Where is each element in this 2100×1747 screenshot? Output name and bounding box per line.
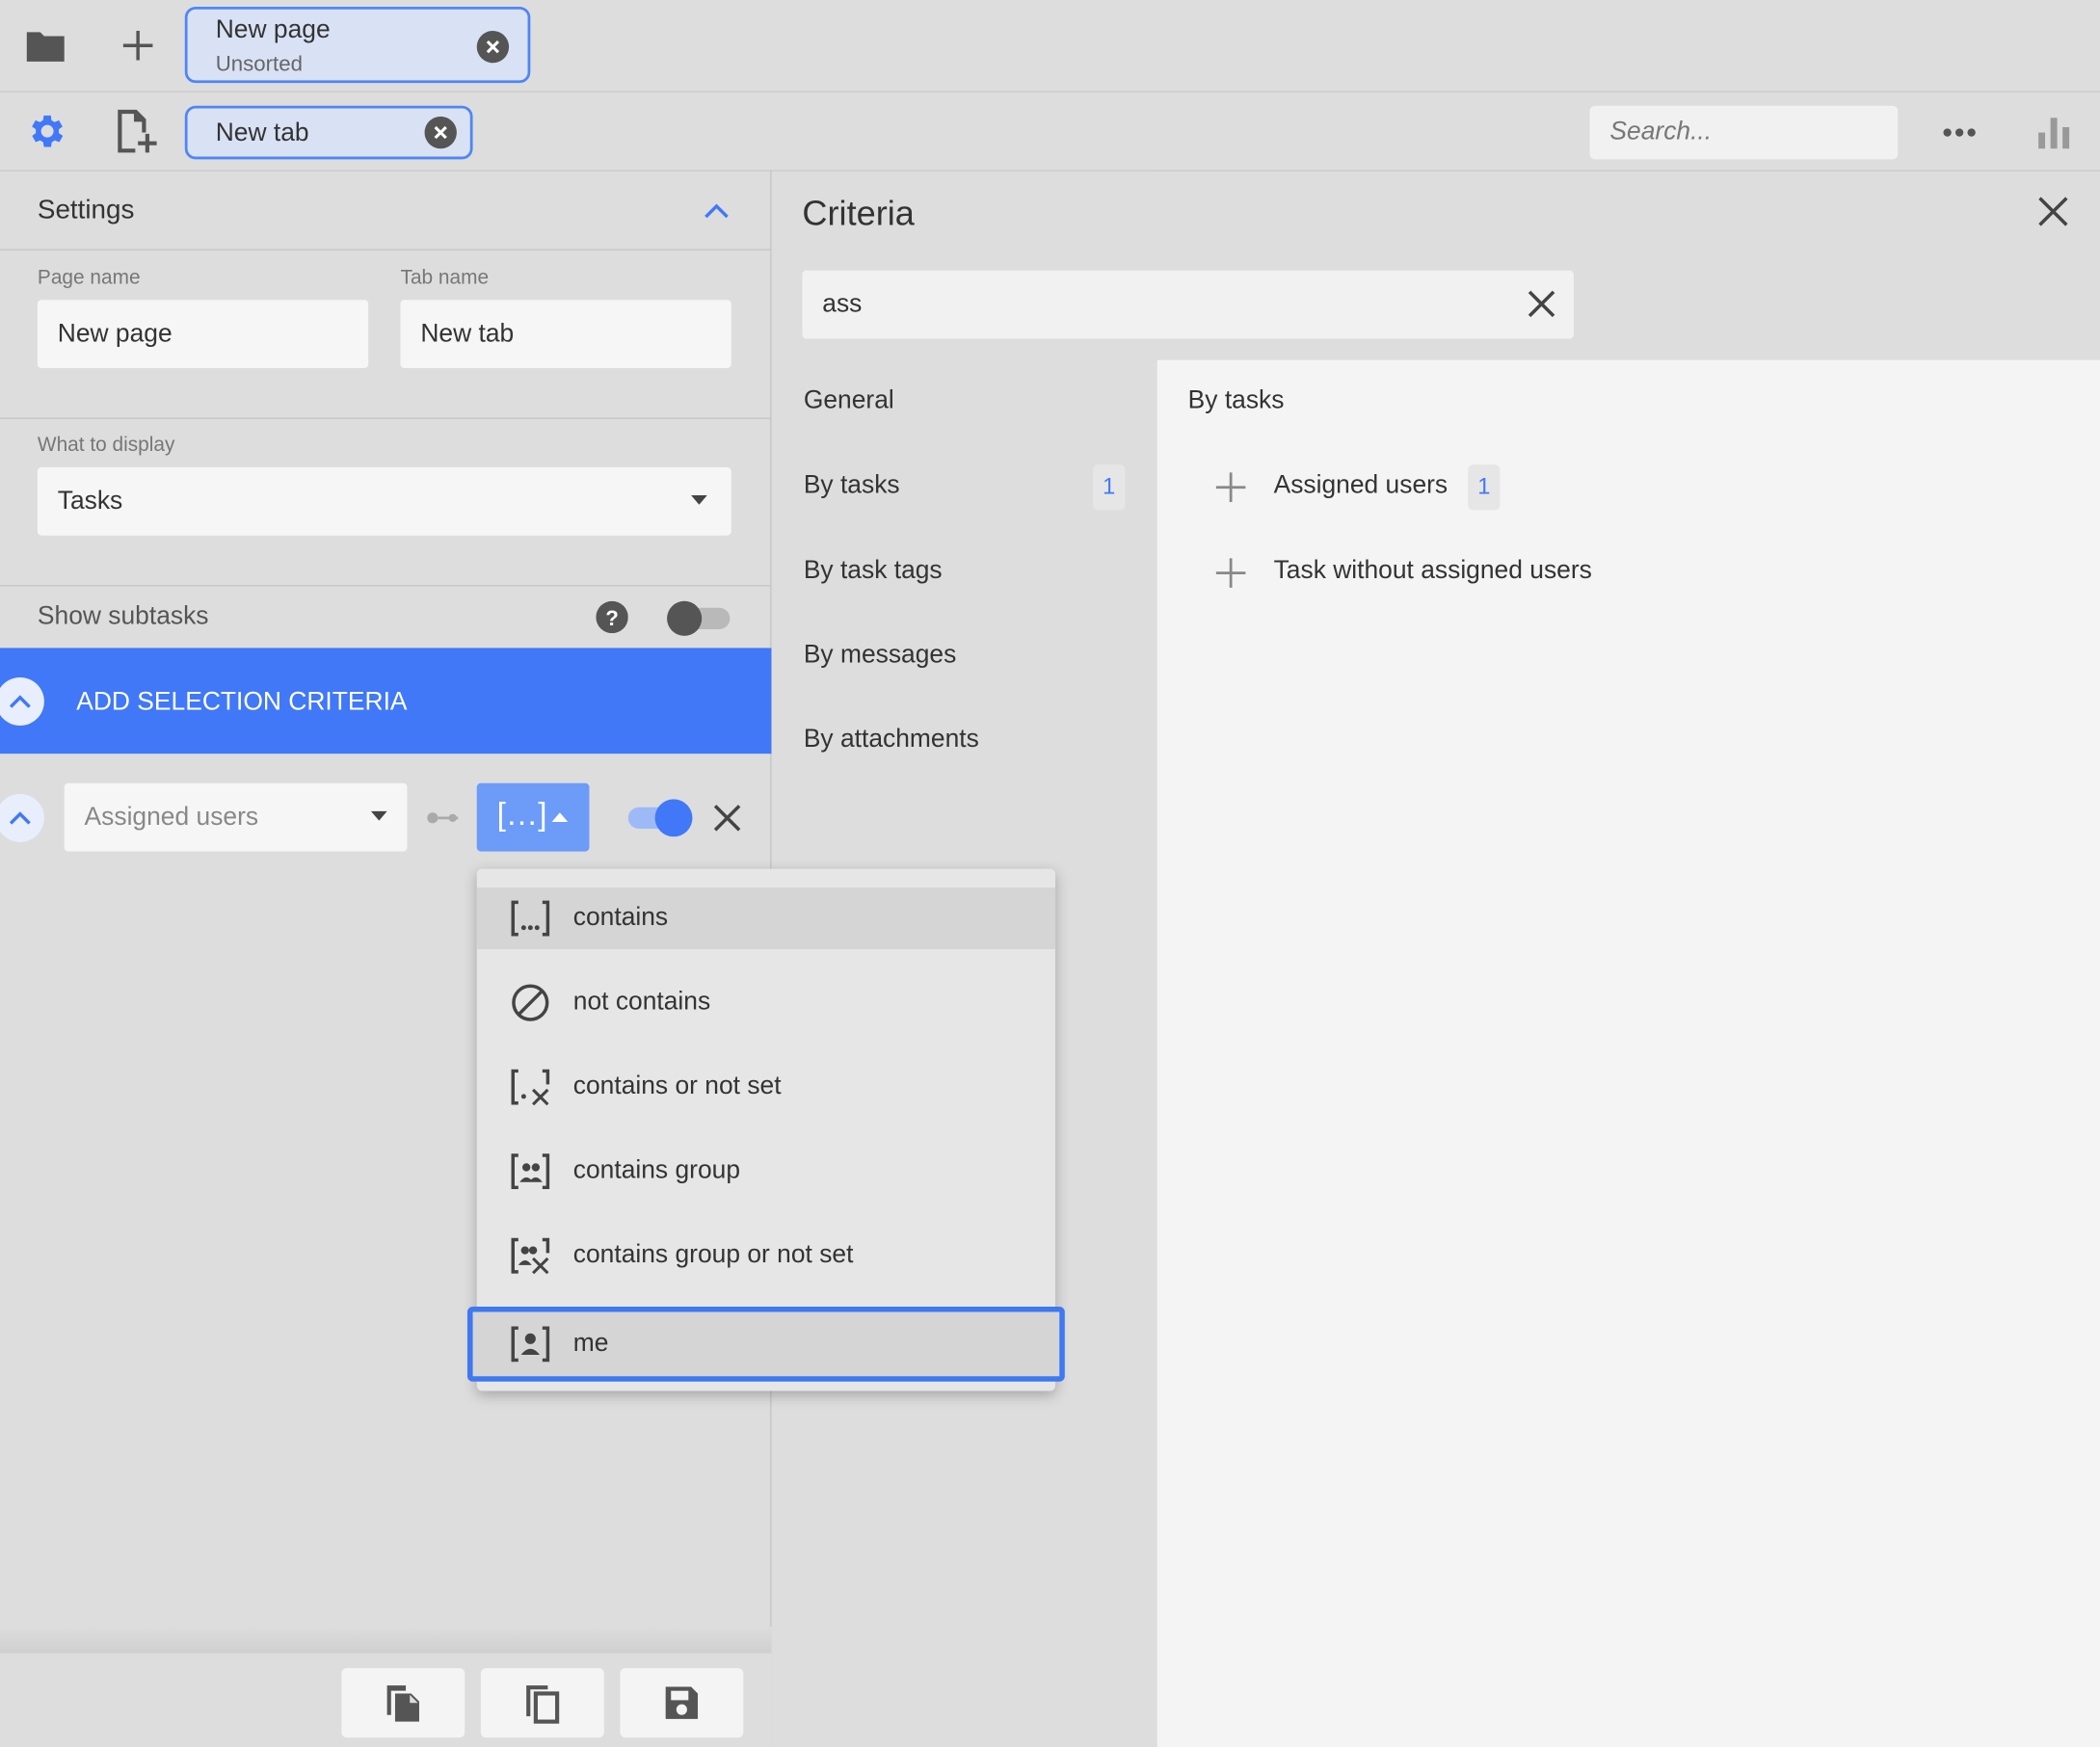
category-by-attachments[interactable]: By attachments: [804, 726, 979, 755]
menu-item-label: not contains: [572, 988, 711, 1017]
add-criteria-label: ADD SELECTION CRITERIA: [76, 688, 408, 717]
divider: [0, 417, 772, 419]
clear-icon[interactable]: [1527, 289, 1556, 319]
close-icon[interactable]: [711, 802, 743, 834]
category-general[interactable]: General: [804, 387, 894, 417]
plus-icon: [1214, 557, 1246, 589]
show-subtasks-toggle[interactable]: [666, 599, 732, 644]
group-bracket-x-icon: [510, 1235, 550, 1276]
category-by-tasks[interactable]: By tasks: [804, 471, 900, 501]
gear-icon[interactable]: [24, 110, 66, 152]
show-subtasks-label: Show subtasks: [37, 602, 209, 631]
divider: [0, 585, 772, 587]
operator-button[interactable]: [...]: [476, 782, 590, 852]
folder-icon[interactable]: [24, 27, 66, 65]
page-name-input[interactable]: New page: [37, 300, 369, 369]
option-badge: 1: [1468, 464, 1501, 511]
category-by-tasks-badge: 1: [1092, 464, 1126, 511]
menu-item-contains[interactable]: contains: [476, 887, 1056, 950]
criteria-search-value: ass: [822, 289, 863, 318]
criteria-field-placeholder: Assigned users: [84, 802, 259, 832]
bar-chart-icon[interactable]: [2035, 114, 2073, 151]
menu-item-label: contains group or not set: [572, 1240, 854, 1270]
copy-icon: [522, 1681, 563, 1724]
page-tab[interactable]: New page Unsorted: [184, 6, 531, 84]
sub-tab-title: New tab: [215, 119, 309, 147]
menu-item-me[interactable]: me: [467, 1306, 1065, 1382]
operator-menu: contains not contains contains or not se…: [467, 868, 1065, 1391]
caret-up-icon: [550, 810, 569, 824]
plus-icon: [1214, 471, 1246, 503]
menu-item-contains-or-not-set[interactable]: contains or not set: [477, 1056, 1055, 1118]
save-button[interactable]: [620, 1668, 744, 1738]
add-document-icon[interactable]: [116, 107, 158, 155]
add-criteria-bar[interactable]: ADD SELECTION CRITERIA: [0, 648, 772, 754]
option-label: Assigned users: [1273, 471, 1449, 500]
dropdown-arrow-icon: [690, 494, 708, 508]
divider: [0, 249, 772, 251]
menu-item-label: contains group: [572, 1156, 741, 1185]
tab-name-input[interactable]: New tab: [400, 300, 731, 369]
bracket-x-icon: [510, 1067, 550, 1107]
close-icon[interactable]: [2037, 196, 2069, 227]
person-bracket-icon: [510, 1324, 550, 1364]
search-input[interactable]: [1589, 105, 1899, 160]
menu-item-contains-group-or-not-set[interactable]: contains group or not set: [477, 1225, 1055, 1286]
settings-title: Settings: [37, 195, 135, 225]
category-by-task-tags[interactable]: By task tags: [804, 557, 943, 587]
menu-item-label: me: [572, 1329, 609, 1358]
option-assigned-users[interactable]: Assigned users 1: [1210, 464, 1746, 511]
page-tab-bar: New page Unsorted: [0, 0, 2100, 93]
help-icon[interactable]: ?: [596, 600, 628, 634]
more-icon[interactable]: [1942, 117, 1977, 148]
group-bracket-icon: [510, 1151, 550, 1192]
page-name-label: Page name: [37, 266, 141, 290]
option-task-without-assigned-users[interactable]: Task without assigned users: [1210, 550, 1746, 596]
display-select-value: Tasks: [57, 487, 123, 516]
dropdown-arrow-icon: [370, 810, 388, 824]
plus-icon[interactable]: [120, 28, 155, 63]
option-label: Task without assigned users: [1273, 556, 1592, 586]
criteria-header: Criteria ass: [772, 171, 2100, 360]
criteria-options: By tasks Assigned users 1 Task without a…: [1156, 359, 2100, 1747]
menu-item-not-contains[interactable]: not contains: [477, 972, 1055, 1034]
menu-item-label: contains or not set: [572, 1072, 782, 1101]
link-icon: [426, 808, 461, 827]
paste-icon: [383, 1681, 423, 1724]
display-select[interactable]: Tasks: [37, 466, 731, 536]
duplicate-button[interactable]: [480, 1668, 604, 1738]
paste-button[interactable]: [341, 1668, 465, 1738]
save-icon: [663, 1684, 701, 1722]
bottom-shadow: [0, 1626, 772, 1654]
page-tab-subtitle: Unsorted: [215, 53, 303, 77]
operator-symbol: [...]: [496, 796, 548, 834]
criteria-toggle[interactable]: [625, 798, 695, 845]
display-label: What to display: [37, 434, 175, 457]
close-icon[interactable]: [476, 30, 510, 64]
page-tab-title: New page: [215, 15, 331, 44]
svg-text:?: ?: [605, 606, 619, 630]
criteria-title: Criteria: [802, 193, 915, 233]
chevron-up-icon[interactable]: [702, 200, 731, 222]
chevron-up-icon[interactable]: [0, 676, 44, 727]
criteria-field-select[interactable]: Assigned users: [64, 782, 408, 852]
tab-name-label: Tab name: [400, 266, 490, 290]
menu-item-contains-group[interactable]: contains group: [477, 1141, 1055, 1203]
criteria-search-input[interactable]: ass: [802, 270, 1574, 339]
bottom-toolbar: [0, 1653, 772, 1747]
section-title: By tasks: [1187, 386, 1285, 415]
close-icon[interactable]: [424, 116, 457, 149]
category-by-messages[interactable]: By messages: [804, 641, 956, 671]
brackets-ellipsis-icon: [510, 898, 550, 939]
sub-tab[interactable]: New tab: [184, 105, 473, 160]
menu-item-label: contains: [572, 903, 669, 932]
prohibited-icon: [510, 983, 550, 1023]
